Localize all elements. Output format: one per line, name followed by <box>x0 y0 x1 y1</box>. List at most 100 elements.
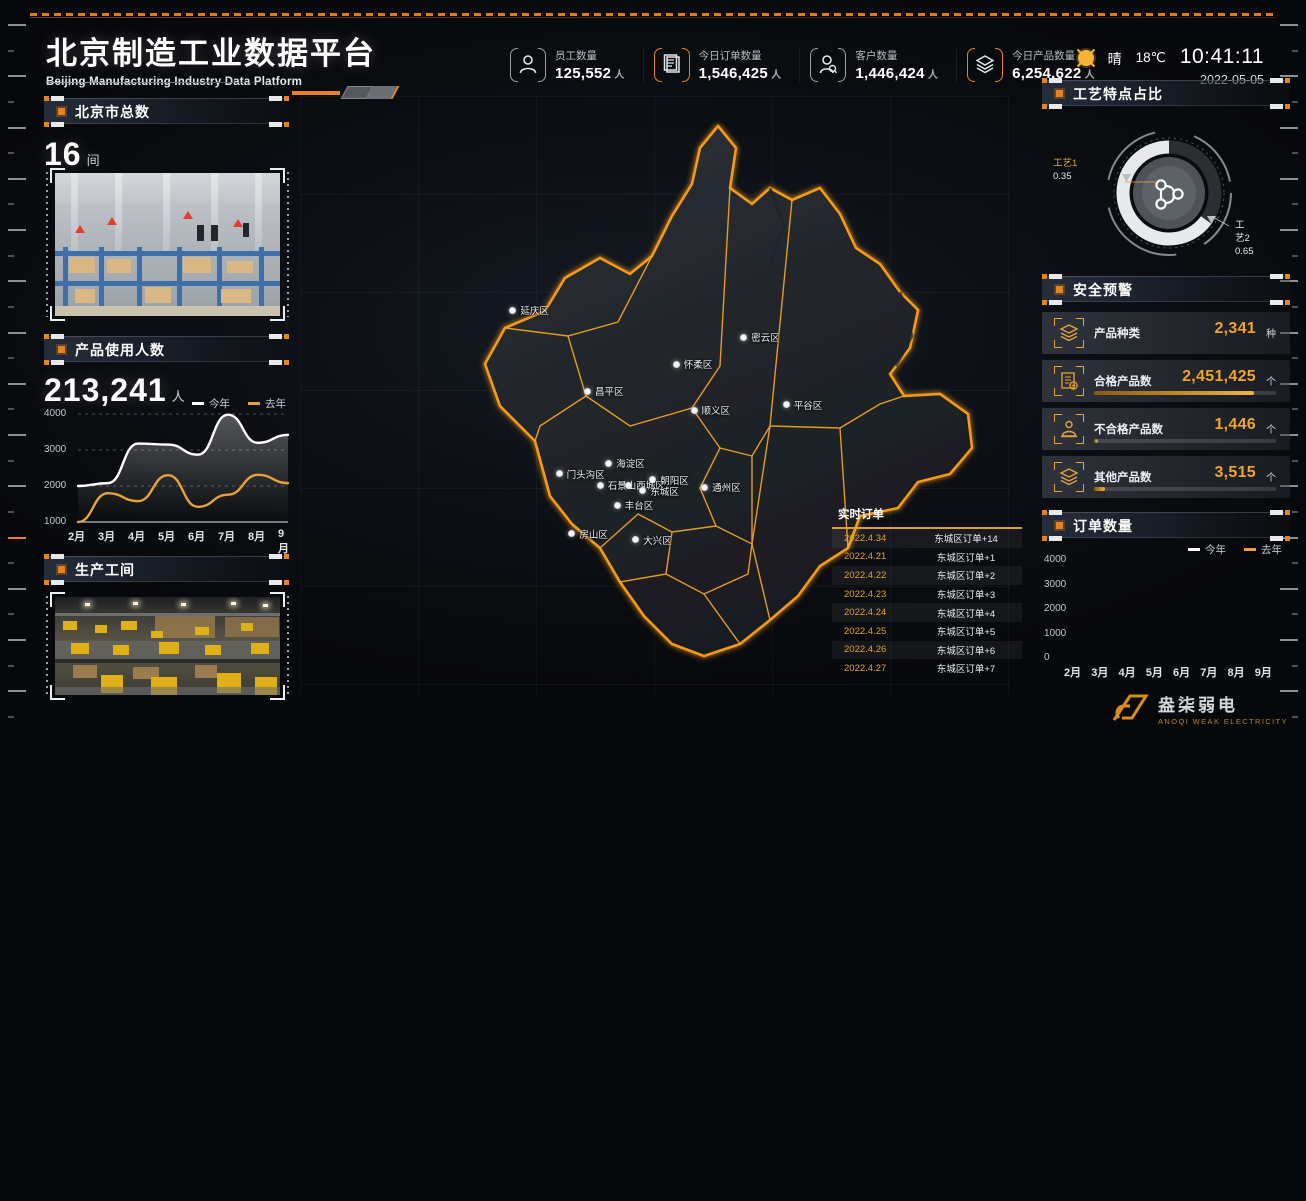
order-row-2[interactable]: 2022.4.22 东城区订单+2 <box>832 566 1022 585</box>
order-date: 2022.4.21 <box>832 551 910 562</box>
map-label-12[interactable]: 丰台区 <box>614 498 654 512</box>
panel-process-header: 工艺特点占比 <box>1042 78 1290 108</box>
bar-legend-1[interactable]: 去年 <box>1244 542 1282 557</box>
map-marker-icon <box>701 484 708 491</box>
orders-table-caption: 实时订单 <box>832 506 1022 527</box>
map-marker-icon <box>584 388 591 395</box>
kpi-1-value: 1,546,425人 <box>699 65 782 82</box>
map-marker-icon <box>597 482 604 489</box>
map-label-text: 大兴区 <box>643 533 672 547</box>
process-ratio-gauge[interactable]: 工艺1 0.35 工艺2 0.65 <box>1095 128 1243 258</box>
bar-ytick: 0 <box>1044 652 1050 663</box>
map-marker-icon <box>614 502 621 509</box>
layers-icon <box>1054 462 1084 492</box>
order-desc: 东城区订单+14 <box>910 531 1022 545</box>
safety-rows: 产品种类 2,341 种 合格产品数 2,451,425 个 不合格产品数 1,… <box>1042 312 1290 498</box>
order-date: 2022.4.26 <box>832 644 910 655</box>
panel-orders-header: 订单数量 <box>1042 510 1290 540</box>
safety-row-1[interactable]: 合格产品数 2,451,425 个 <box>1042 360 1290 402</box>
panel-process-ratio: 工艺特点占比 <box>1042 78 1290 108</box>
panel-workshop-header: 生产工间 <box>44 554 289 584</box>
bar-ytick: 4000 <box>1044 554 1066 565</box>
factory-illustration <box>55 597 280 695</box>
weather-condition: 晴 <box>1108 49 1122 69</box>
order-row-1[interactable]: 2022.4.21 东城区订单+1 <box>832 548 1022 567</box>
map-label-13[interactable]: 通州区 <box>701 480 741 494</box>
legend-swatch <box>1188 548 1200 551</box>
map-label-11[interactable]: 东城区 <box>639 484 679 498</box>
map-marker-icon <box>556 470 563 477</box>
order-quantity-bar-chart[interactable]: 今年 去年 01000200030004000 2月3月4月5月6月7月8月9月 <box>1042 542 1292 692</box>
map-label-5[interactable]: 平谷区 <box>783 398 823 412</box>
title-divider <box>46 82 286 83</box>
map-label-text: 顺义区 <box>702 403 731 417</box>
map-label-6[interactable]: 海淀区 <box>605 456 645 470</box>
weather-temperature: 18℃ <box>1136 50 1166 66</box>
panel-total-count: 北京市总数 16间 <box>44 96 289 173</box>
safety-row-3-name: 其他产品数 <box>1094 469 1152 485</box>
map-marker-icon <box>740 334 747 341</box>
map-label-15[interactable]: 大兴区 <box>632 533 672 547</box>
kpi-1[interactable]: 今日订单数量 1,546,425人 <box>644 48 801 82</box>
defect-icon <box>1054 414 1084 444</box>
order-row-6[interactable]: 2022.4.26 东城区订单+6 <box>832 641 1022 660</box>
order-row-3[interactable]: 2022.4.23 东城区订单+3 <box>832 585 1022 604</box>
map-label-4[interactable]: 顺义区 <box>691 403 731 417</box>
panel-bullet-icon <box>1056 90 1063 97</box>
map-label-2[interactable]: 怀柔区 <box>673 357 713 371</box>
watermark-logo-icon <box>1110 692 1150 726</box>
watermark-en: ANOQI WEAK ELECTRICITY <box>1158 717 1288 726</box>
kpi-2[interactable]: 客户数量 1,446,424人 <box>800 48 957 82</box>
gauge-label-1-value: 0.35 <box>1053 171 1077 184</box>
orders-table-body: 2022.4.34 东城区订单+14 2022.4.21 东城区订单+1 202… <box>832 529 1022 678</box>
legend-label: 今年 <box>1205 542 1226 557</box>
order-row-5[interactable]: 2022.4.25 东城区订单+5 <box>832 622 1022 641</box>
realtime-orders-table[interactable]: 实时订单 2022.4.34 东城区订单+14 2022.4.21 东城区订单+… <box>832 506 1022 678</box>
map-label-1[interactable]: 密云区 <box>740 330 780 344</box>
bar-xtick: 3月 <box>1091 664 1108 680</box>
warehouse-photo[interactable] <box>50 168 285 321</box>
safety-row-0-unit: 种 <box>1266 325 1276 340</box>
panel-bullet-icon <box>58 108 65 115</box>
watermark: 盎柒弱电 ANOQI WEAK ELECTRICITY <box>1110 691 1288 726</box>
order-date: 2022.4.24 <box>832 607 910 618</box>
map-marker-icon <box>691 407 698 414</box>
document-check-icon <box>1054 366 1084 396</box>
line-xtick: 9月 <box>278 528 294 556</box>
order-row-4[interactable]: 2022.4.24 东城区订单+4 <box>832 603 1022 622</box>
user-icon <box>510 48 546 82</box>
line-xtick: 5月 <box>158 528 175 544</box>
map-label-text: 房山区 <box>579 527 608 541</box>
order-desc: 东城区订单+4 <box>910 606 1022 620</box>
kpi-0-label: 员工数量 <box>555 48 625 63</box>
gauge-label-2-value: 0.65 <box>1235 246 1254 259</box>
map-marker-icon <box>509 307 516 314</box>
safety-row-0-name: 产品种类 <box>1094 325 1140 341</box>
panel-safety-title: 安全预警 <box>1073 280 1133 300</box>
bar-xtick: 4月 <box>1119 664 1136 680</box>
total-count-unit: 间 <box>87 153 101 168</box>
left-edge-ruler <box>8 24 34 716</box>
product-users-line-chart[interactable]: 今年 去年 1000200030004000 2月3月4月5月6月7月8月9月 <box>44 396 294 546</box>
bar-legend-0[interactable]: 今年 <box>1188 542 1226 557</box>
bar-xtick: 8月 <box>1228 664 1245 680</box>
safety-row-2[interactable]: 不合格产品数 1,446 个 <box>1042 408 1290 450</box>
safety-row-0[interactable]: 产品种类 2,341 种 <box>1042 312 1290 354</box>
order-date: 2022.4.22 <box>832 570 910 581</box>
bar-ytick: 1000 <box>1044 628 1066 639</box>
bar-xtick: 7月 <box>1200 664 1217 680</box>
bar-ytick: 2000 <box>1044 603 1066 614</box>
map-label-0[interactable]: 延庆区 <box>509 303 549 317</box>
kpi-0[interactable]: 员工数量 125,552人 <box>500 48 644 82</box>
workshop-photo[interactable] <box>50 592 285 700</box>
order-row-7[interactable]: 2022.4.27 东城区订单+7 <box>832 659 1022 678</box>
panel-users-header: 产品使用人数 <box>44 334 289 364</box>
map-label-14[interactable]: 房山区 <box>568 527 608 541</box>
line-xtick: 2月 <box>68 528 85 544</box>
order-row-0[interactable]: 2022.4.34 东城区订单+14 <box>832 529 1022 548</box>
order-desc: 东城区订单+5 <box>910 624 1022 638</box>
safety-row-3[interactable]: 其他产品数 3,515 个 <box>1042 456 1290 498</box>
order-date: 2022.4.25 <box>832 626 910 637</box>
map-label-text: 怀柔区 <box>684 357 713 371</box>
map-label-3[interactable]: 昌平区 <box>584 384 624 398</box>
